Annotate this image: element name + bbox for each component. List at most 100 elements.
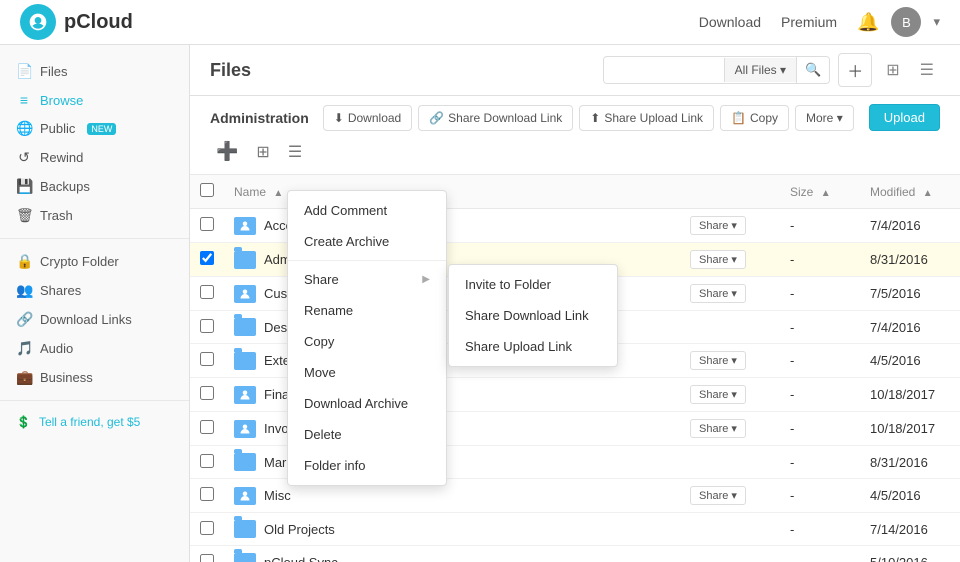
- ctx-add-comment[interactable]: Add Comment: [288, 195, 446, 226]
- row-checkbox[interactable]: [200, 487, 214, 501]
- file-size: -: [780, 311, 860, 344]
- row-checkbox[interactable]: [200, 251, 214, 265]
- share-download-link-btn[interactable]: 🔗 Share Download Link: [418, 105, 573, 131]
- file-modified: 7/5/2016: [860, 277, 960, 311]
- sidebar-item-files[interactable]: 📄 Files: [0, 57, 189, 86]
- page-title: Files: [210, 60, 251, 81]
- sidebar-item-trash[interactable]: 🗑 Trash: [0, 201, 189, 230]
- ctx-create-archive[interactable]: Create Archive: [288, 226, 446, 257]
- sidebar-item-download-links[interactable]: 🔗 Download Links: [0, 305, 189, 334]
- file-size: -: [780, 546, 860, 562]
- ctx-copy[interactable]: Copy: [288, 326, 446, 357]
- logo-icon: [20, 4, 56, 40]
- share-btn[interactable]: Share ▾: [690, 250, 746, 269]
- tell-friend[interactable]: 💲 Tell a friend, get $5: [0, 409, 189, 435]
- nav-premium[interactable]: Premium: [781, 14, 837, 30]
- add-folder-btn[interactable]: ＋: [838, 53, 872, 87]
- download-btn[interactable]: ⬇ Download: [323, 105, 412, 131]
- share-btn[interactable]: Share ▾: [690, 419, 746, 438]
- header-icons: 🔔 B ▾: [857, 7, 940, 37]
- shared-indicator: [234, 285, 256, 303]
- sidebar-item-audio[interactable]: 🎵 Audio: [0, 334, 189, 363]
- file-size: -: [780, 344, 860, 378]
- folder-name: Misc: [264, 488, 291, 503]
- user-chevron-icon[interactable]: ▾: [933, 14, 940, 30]
- list-view-btn[interactable]: ☰: [914, 56, 940, 84]
- crypto-icon: 🔒: [16, 253, 32, 270]
- row-checkbox[interactable]: [200, 386, 214, 400]
- header: pCloud Download Premium 🔔 B ▾: [0, 0, 960, 45]
- sidebar-item-shares[interactable]: 👥 Shares: [0, 276, 189, 305]
- submenu-share-ul[interactable]: Share Upload Link: [449, 331, 617, 362]
- file-modified: 4/5/2016: [860, 344, 960, 378]
- download-icon: ⬇: [334, 111, 344, 125]
- table-row: pCloud Sync -5/10/2016: [190, 546, 960, 562]
- bell-icon[interactable]: 🔔: [857, 12, 879, 33]
- file-size: -: [780, 446, 860, 479]
- file-name-cell[interactable]: Old Projects: [234, 520, 670, 538]
- sort-btn[interactable]: ☰: [282, 138, 308, 166]
- row-checkbox[interactable]: [200, 217, 214, 231]
- folder-icon: [234, 318, 256, 336]
- row-checkbox[interactable]: [200, 285, 214, 299]
- ctx-move[interactable]: Move: [288, 357, 446, 388]
- shared-indicator: [234, 420, 256, 438]
- browse-icon: ≡: [16, 92, 32, 108]
- file-name-cell[interactable]: pCloud Sync: [234, 553, 670, 562]
- ctx-folder-info[interactable]: Folder info: [288, 450, 446, 481]
- row-checkbox[interactable]: [200, 521, 214, 535]
- col-size-header[interactable]: Size ▲: [780, 175, 860, 209]
- modified-sort-arrow: ▲: [923, 188, 933, 199]
- sidebar-divider-2: [0, 400, 189, 401]
- more-btn[interactable]: More ▾: [795, 105, 854, 131]
- share-btn[interactable]: Share ▾: [690, 486, 746, 505]
- grid-btn[interactable]: ⊞: [250, 138, 275, 166]
- file-name-cell[interactable]: Misc: [234, 487, 670, 505]
- share-submenu: Invite to Folder Share Download Link Sha…: [448, 264, 618, 367]
- file-toolbar: Administration ⬇ Download 🔗 Share Downlo…: [190, 96, 960, 175]
- submenu-invite-folder[interactable]: Invite to Folder: [449, 269, 617, 300]
- row-checkbox[interactable]: [200, 352, 214, 366]
- sidebar-item-browse[interactable]: ≡ Browse: [0, 86, 189, 114]
- row-checkbox[interactable]: [200, 554, 214, 562]
- share-btn[interactable]: Share ▾: [690, 351, 746, 370]
- ctx-delete[interactable]: Delete: [288, 419, 446, 450]
- file-modified: 5/10/2016: [860, 546, 960, 562]
- ctx-share[interactable]: Share ▶ Invite to Folder Share Download …: [288, 264, 446, 295]
- folder-icon: [234, 553, 256, 562]
- folder-icon: [234, 251, 256, 269]
- rewind-icon: ↺: [16, 149, 32, 166]
- share-btn[interactable]: Share ▾: [690, 216, 746, 235]
- share-btn[interactable]: Share ▾: [690, 385, 746, 404]
- row-checkbox[interactable]: [200, 420, 214, 434]
- select-all-checkbox[interactable]: [200, 183, 214, 197]
- sidebar-item-business[interactable]: 💼 Business: [0, 363, 189, 392]
- share-btn[interactable]: Share ▾: [690, 284, 746, 303]
- sidebar-item-public[interactable]: 🌐 Public NEW: [0, 114, 189, 143]
- ctx-rename[interactable]: Rename: [288, 295, 446, 326]
- col-share-header: [680, 175, 780, 209]
- upload-btn[interactable]: Upload: [869, 104, 940, 131]
- search-icon-btn[interactable]: 🔍: [796, 57, 829, 83]
- submenu-share-dl[interactable]: Share Download Link: [449, 300, 617, 331]
- nav-download[interactable]: Download: [699, 14, 761, 30]
- public-icon: 🌐: [16, 120, 32, 137]
- breadcrumb: Administration: [210, 110, 309, 126]
- user-avatar[interactable]: B: [891, 7, 921, 37]
- search-input[interactable]: [604, 58, 724, 83]
- search-dropdown[interactable]: All Files ▾: [724, 58, 796, 82]
- row-checkbox[interactable]: [200, 454, 214, 468]
- ctx-download-archive[interactable]: Download Archive: [288, 388, 446, 419]
- copy-btn[interactable]: 📋 Copy: [720, 105, 789, 131]
- sidebar-item-crypto[interactable]: 🔒 Crypto Folder: [0, 247, 189, 276]
- grid-view-btn[interactable]: ⊞: [880, 56, 905, 84]
- add-item-btn[interactable]: ➕: [210, 137, 244, 166]
- sidebar-item-rewind[interactable]: ↺ Rewind: [0, 143, 189, 172]
- share-ul-icon: ⬆: [590, 111, 600, 125]
- share-upload-link-btn[interactable]: ⬆ Share Upload Link: [579, 105, 714, 131]
- row-checkbox[interactable]: [200, 319, 214, 333]
- col-modified-header[interactable]: Modified ▲: [860, 175, 960, 209]
- folder-icon: [234, 453, 256, 471]
- sidebar-item-backups[interactable]: 💾 Backups: [0, 172, 189, 201]
- shared-indicator: [234, 487, 256, 505]
